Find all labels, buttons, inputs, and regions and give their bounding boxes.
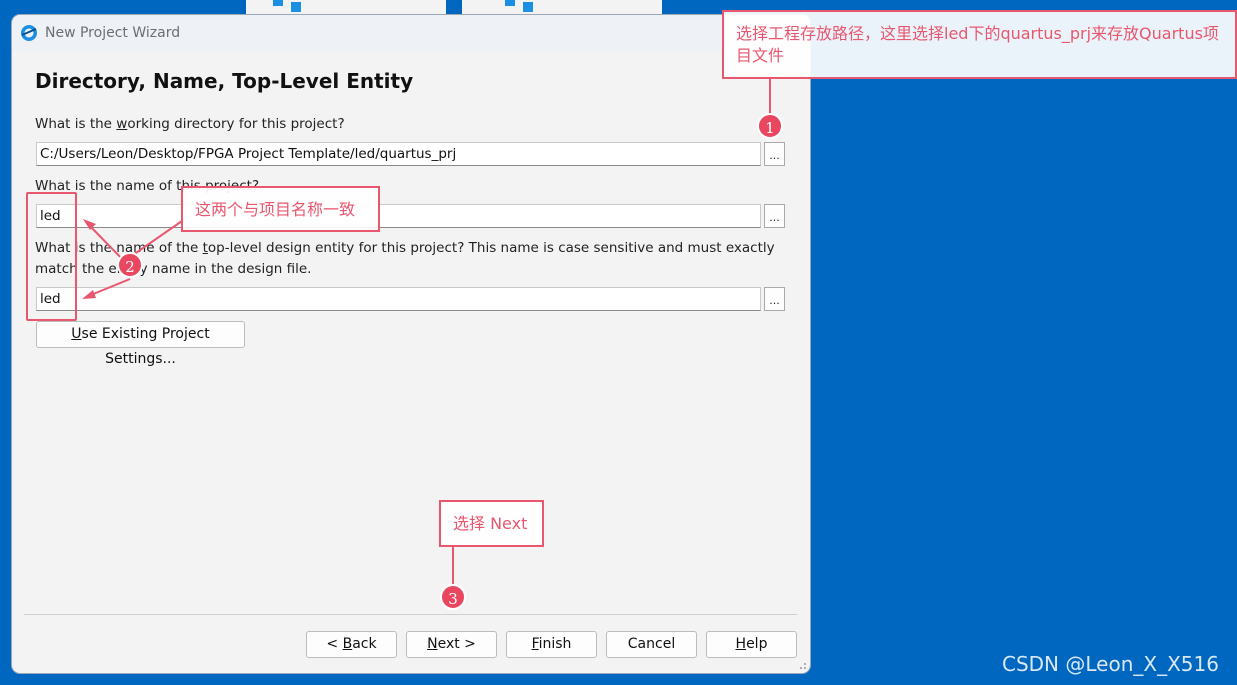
annotation-note-1: 选择工程存放路径，这里选择led下的quartus_prj来存放Quartus项…: [722, 10, 1237, 79]
annotation-lines: [82, 79, 771, 584]
annotation-note-1-text: 选择工程存放路径，这里选择led下的quartus_prj来存放Quartus项…: [736, 24, 1219, 65]
annotation-badge-2: 2: [117, 252, 143, 278]
annotation-note-3: 选择 Next: [439, 500, 544, 547]
annotation-badge-1: 1: [757, 113, 783, 139]
annotation-note-2: 这两个与项目名称一致: [181, 186, 380, 232]
annotation-note-2-text: 这两个与项目名称一致: [195, 200, 356, 219]
annotation-note-3-text: 选择 Next: [453, 514, 528, 533]
annotation-highlight-led-fields: [26, 192, 77, 321]
csdn-watermark: CSDN @Leon_X_X516: [1002, 652, 1219, 676]
annotation-badge-3: 3: [440, 584, 466, 610]
